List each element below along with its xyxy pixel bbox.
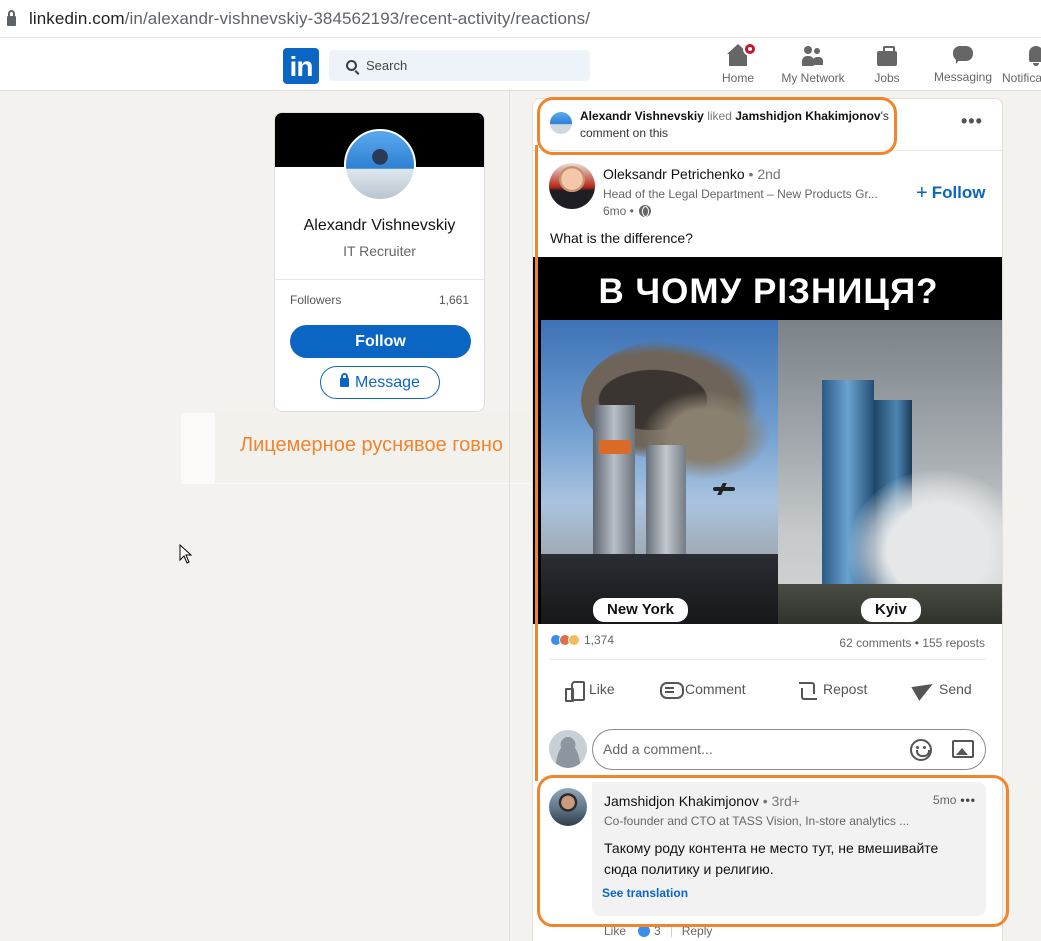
send-button[interactable]: Send xyxy=(913,679,972,699)
nav-item-messaging[interactable]: Messaging xyxy=(930,43,996,84)
lock-icon xyxy=(340,373,350,387)
followers-count: 1,661 xyxy=(438,293,469,307)
nav-item-home[interactable]: Home xyxy=(719,42,757,85)
reactions-summary[interactable]: 1,374 xyxy=(550,633,614,647)
follow-author-button[interactable]: + Follow xyxy=(916,181,986,204)
linkedin-logo-icon[interactable]: in xyxy=(283,48,319,84)
globe-icon xyxy=(639,205,652,217)
search-placeholder: Search xyxy=(366,58,408,73)
url-text[interactable]: linkedin.com/in/alexandr-vishnevskiy-384… xyxy=(29,9,590,29)
avatar[interactable] xyxy=(344,129,416,201)
comment-icon xyxy=(659,679,684,699)
browser-address-bar[interactable]: linkedin.com/in/alexandr-vishnevskiy-384… xyxy=(0,0,1041,38)
image-label-right: Kyiv xyxy=(861,598,921,622)
nav-item-label: Messaging xyxy=(933,70,993,84)
connection-degree: • 2nd xyxy=(748,166,781,182)
nav-item-label: Jobs xyxy=(874,71,900,85)
notification-badge xyxy=(743,42,757,56)
top-nav: in Search Home My Network Jobs Messaging… xyxy=(0,38,1041,91)
home-icon xyxy=(726,42,757,68)
reactions-count: 1,374 xyxy=(584,633,615,647)
post-author[interactable]: Oleksandr Petrichenko • 2nd xyxy=(603,166,781,182)
comment-placeholder: Add a comment... xyxy=(603,741,713,757)
comment-label: Comment xyxy=(685,681,746,697)
nav-item-label: Notificat xyxy=(1002,71,1041,85)
lock-icon xyxy=(7,9,16,26)
annotation-outline-context xyxy=(537,97,897,155)
nav-item-notifications[interactable]: Notificat xyxy=(1002,44,1041,85)
image-right-panel xyxy=(778,320,1002,624)
annotation-outline-line xyxy=(535,145,543,781)
url-path: /in/alexandr-vishnevskiy-384562193/recen… xyxy=(124,8,591,28)
briefcase-icon xyxy=(875,44,899,68)
comment-input[interactable]: Add a comment... xyxy=(592,729,986,770)
followers-label: Followers xyxy=(290,293,342,307)
like-button[interactable]: Like xyxy=(563,679,615,702)
repost-icon xyxy=(797,679,817,700)
divider xyxy=(549,659,986,660)
network-icon xyxy=(801,44,825,68)
search-input[interactable]: Search xyxy=(329,50,590,81)
annotation-text: Лицемерное руснявое говно xyxy=(240,434,504,456)
image-banner-text: В ЧОМУ РІЗНИЦЯ? xyxy=(533,257,1002,320)
avatar xyxy=(549,730,587,768)
avatar[interactable] xyxy=(549,163,595,209)
thumbs-up-icon xyxy=(563,679,585,702)
message-button[interactable]: Message xyxy=(320,366,440,399)
url-host: linkedin.com xyxy=(29,8,125,28)
repost-button[interactable]: Repost xyxy=(797,679,868,700)
search-icon xyxy=(346,60,357,71)
post-author-headline: Head of the Legal Department – New Produ… xyxy=(603,187,878,201)
profile-title: IT Recruiter xyxy=(343,243,416,259)
nav-item-jobs[interactable]: Jobs xyxy=(870,44,904,85)
message-button-label: Message xyxy=(355,374,420,391)
post-time: 6mo • xyxy=(603,203,652,218)
fire xyxy=(599,440,631,454)
profile-card: Alexandr Vishnevskiy IT Recruiter Follow… xyxy=(274,112,485,412)
messaging-icon xyxy=(951,43,975,67)
annotation-outline-comment xyxy=(537,775,1009,927)
divider xyxy=(275,279,484,280)
repost-label: Repost xyxy=(823,681,868,697)
comment-button[interactable]: Comment xyxy=(659,679,746,699)
feed-column-border xyxy=(509,91,510,941)
emoji-icon[interactable] xyxy=(910,739,932,761)
nav-item-my-network[interactable]: My Network xyxy=(776,44,850,85)
send-icon xyxy=(913,679,933,699)
image-left-panel xyxy=(541,320,778,624)
post-image[interactable]: В ЧОМУ РІЗНИЦЯ? New York Kyiv xyxy=(533,257,1002,624)
nav-item-label: Home xyxy=(721,71,754,85)
image-label-left: New York xyxy=(593,598,688,622)
bell-icon xyxy=(1024,44,1041,68)
send-label: Send xyxy=(939,681,972,697)
more-options-icon[interactable]: ••• xyxy=(961,111,983,132)
follow-button[interactable]: Follow xyxy=(290,325,471,358)
follow-label: Follow xyxy=(931,183,986,202)
nav-item-label: My Network xyxy=(781,71,845,85)
insightful-reaction-icon xyxy=(568,634,580,646)
airplane-icon xyxy=(713,487,735,491)
like-label: Like xyxy=(589,681,615,697)
post-author-name: Oleksandr Petrichenko xyxy=(603,166,745,182)
image-icon[interactable] xyxy=(952,740,974,758)
post-text: What is the difference? xyxy=(550,230,693,246)
plus-icon: + xyxy=(916,182,928,204)
post-stats[interactable]: 62 comments • 155 reposts xyxy=(839,636,985,650)
profile-name[interactable]: Alexandr Vishnevskiy xyxy=(275,217,484,235)
post-time-text: 6mo • xyxy=(603,204,634,218)
